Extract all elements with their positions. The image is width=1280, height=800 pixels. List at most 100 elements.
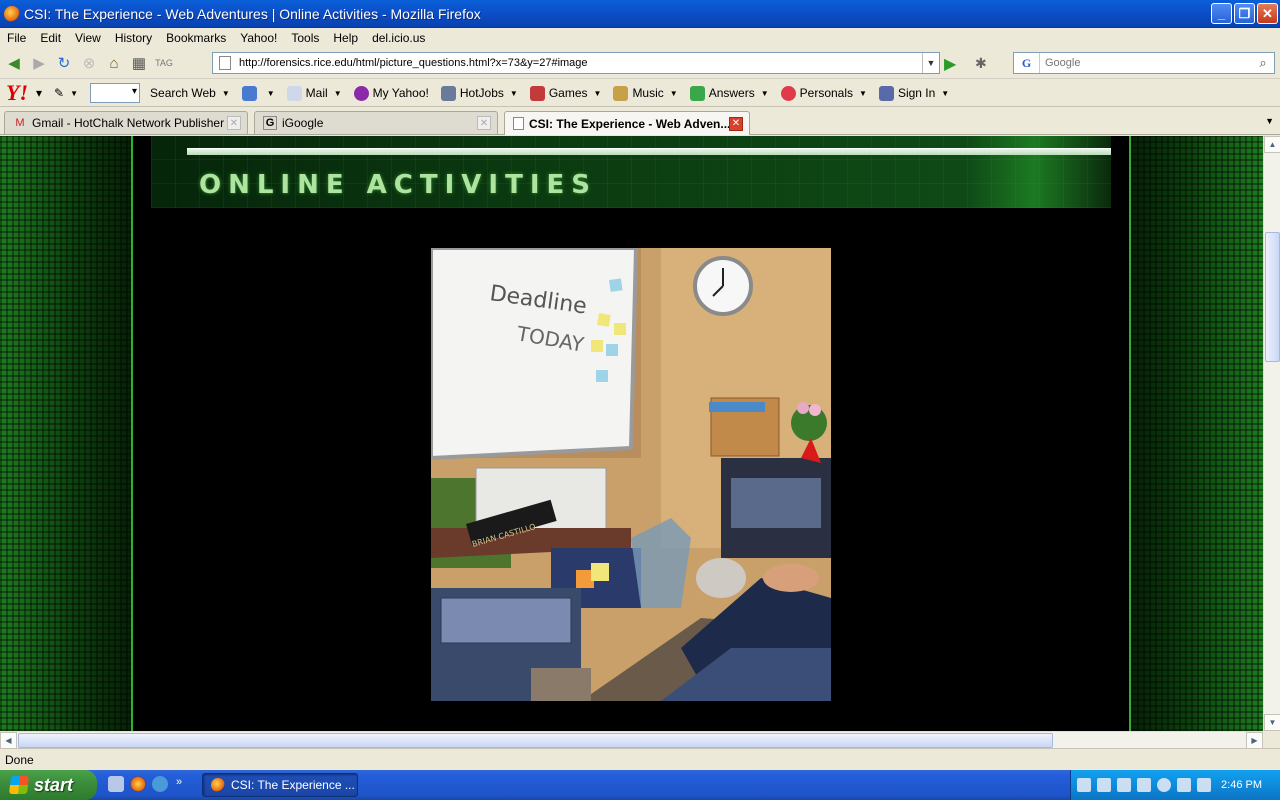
menu-yahoo[interactable]: Yahoo!: [233, 31, 284, 45]
crime-scene-illustration: Deadline TODAY BRIAN CASTILLO: [431, 248, 831, 701]
menu-edit[interactable]: Edit: [33, 31, 68, 45]
quick-launch: »: [108, 776, 182, 792]
shield-icon[interactable]: ▼: [241, 85, 275, 101]
sign-in-button[interactable]: Sign In ▼: [878, 85, 949, 101]
tray-pen-icon[interactable]: [1077, 778, 1091, 792]
search-input[interactable]: [1040, 57, 1252, 69]
answers-button[interactable]: Answers ▼: [689, 85, 769, 101]
menu-delicious[interactable]: del.icio.us: [365, 31, 432, 45]
quicklaunch-more-icon[interactable]: »: [176, 776, 182, 792]
tab-bar: M Gmail - HotChalk Network Publisher Up.…: [0, 108, 1280, 135]
minimize-button[interactable]: _: [1211, 3, 1232, 24]
show-desktop-icon[interactable]: [108, 776, 124, 792]
horizontal-scroll-thumb[interactable]: [18, 733, 1053, 748]
url-bar[interactable]: http://forensics.rice.edu/html/picture_q…: [212, 52, 940, 74]
menu-help[interactable]: Help: [326, 31, 365, 45]
dice-icon: [529, 85, 545, 101]
menu-bookmarks[interactable]: Bookmarks: [159, 31, 233, 45]
my-yahoo-icon: [353, 85, 369, 101]
banner-bar: [187, 148, 1111, 155]
taskbar-firefox-window[interactable]: CSI: The Experience ...: [202, 773, 358, 797]
tray-usb-icon[interactable]: [1177, 778, 1191, 792]
yahoo-toolbar: Y! ▾ ✎▼ Search Web▼ ▼ Mail▼ My Yahoo! Ho…: [0, 80, 1280, 107]
menu-file[interactable]: File: [0, 31, 33, 45]
answers-icon: [689, 85, 705, 101]
tray-help-icon[interactable]: [1117, 778, 1131, 792]
sign-in-icon: [878, 85, 894, 101]
personals-button[interactable]: Personals ▼: [780, 85, 867, 101]
tab-label: iGoogle: [282, 116, 324, 130]
menu-history[interactable]: History: [108, 31, 159, 45]
clock[interactable]: 2:46 PM: [1221, 779, 1262, 791]
tray-network-icon[interactable]: [1137, 778, 1151, 792]
reload-button[interactable]: ↻: [53, 52, 75, 74]
tray-monitor-icon[interactable]: [1197, 778, 1211, 792]
scroll-corner: [1263, 731, 1280, 748]
music-button[interactable]: Music ▼: [613, 85, 678, 101]
games-button[interactable]: Games ▼: [529, 85, 601, 101]
tray-arrow-icon[interactable]: [1157, 778, 1171, 792]
back-button[interactable]: ◀: [3, 52, 25, 74]
scroll-right-button[interactable]: ▶: [1246, 732, 1263, 749]
yahoo-menu-icon[interactable]: ▾: [36, 86, 42, 100]
tab-gmail[interactable]: M Gmail - HotChalk Network Publisher Up.…: [4, 111, 248, 134]
search-icon[interactable]: ⌕: [1252, 55, 1274, 71]
tag-icon[interactable]: TAG: [153, 52, 175, 74]
tab-label: CSI: The Experience - Web Adven...: [529, 116, 729, 131]
ie-quicklaunch-icon[interactable]: [152, 776, 168, 792]
scroll-down-button[interactable]: ▼: [1264, 714, 1280, 731]
extension-icon[interactable]: ✱: [975, 55, 987, 72]
tab-label: Gmail - HotChalk Network Publisher Up...: [32, 116, 227, 130]
vertical-scroll-thumb[interactable]: [1265, 232, 1280, 362]
title-bar: CSI: The Experience - Web Adventures | O…: [0, 0, 1280, 28]
scroll-left-button[interactable]: ◀: [0, 732, 17, 749]
hotjobs-button[interactable]: HotJobs ▼: [440, 85, 518, 101]
status-bar: Done: [0, 748, 1280, 770]
window-title: CSI: The Experience - Web Adventures | O…: [24, 5, 481, 22]
bookmark-icon[interactable]: ▦: [128, 52, 150, 74]
close-button[interactable]: ✕: [1257, 3, 1278, 24]
tab-igoogle[interactable]: G iGoogle ✕: [254, 111, 498, 134]
menu-view[interactable]: View: [68, 31, 108, 45]
tab-close-icon[interactable]: ✕: [477, 116, 491, 130]
left-grid-border: [0, 136, 132, 731]
yahoo-search-web-button[interactable]: Search Web ▼: [150, 86, 230, 100]
tab-list-icon[interactable]: ▼: [1265, 116, 1274, 126]
page-icon: [219, 56, 231, 70]
home-icon[interactable]: ⌂: [103, 52, 125, 74]
yahoo-mail-button[interactable]: Mail ▼: [286, 85, 342, 101]
scroll-up-button[interactable]: ▲: [1264, 136, 1280, 153]
status-text: Done: [5, 752, 34, 767]
google-engine-icon[interactable]: G: [1014, 53, 1040, 73]
start-button[interactable]: start: [0, 770, 97, 800]
tab-close-icon[interactable]: ✕: [227, 116, 241, 130]
search-web-label: Search Web: [150, 86, 216, 100]
search-box[interactable]: G ⌕: [1013, 52, 1275, 74]
menu-tools[interactable]: Tools: [284, 31, 326, 45]
start-label: start: [34, 774, 74, 795]
right-divider: [1129, 136, 1131, 731]
yahoo-search-field[interactable]: [90, 83, 141, 103]
my-yahoo-button[interactable]: My Yahoo!: [353, 85, 429, 101]
url-dropdown-icon[interactable]: ▼: [922, 53, 939, 73]
vertical-scrollbar[interactable]: ▲ ▼: [1263, 136, 1280, 731]
pencil-icon[interactable]: ✎ ▼: [54, 86, 78, 100]
go-button[interactable]: ▶: [944, 54, 956, 74]
forward-button[interactable]: ▶: [28, 52, 50, 74]
google-icon: G: [263, 116, 277, 130]
taskbar-window-label: CSI: The Experience ...: [231, 778, 355, 792]
tab-close-icon[interactable]: ✕: [729, 116, 743, 131]
tray-keyboard-icon[interactable]: [1097, 778, 1111, 792]
yahoo-logo[interactable]: Y!: [6, 80, 28, 106]
maximize-button[interactable]: ❐: [1234, 3, 1255, 24]
firefox-quicklaunch-icon[interactable]: [130, 776, 146, 792]
stop-button[interactable]: ⊗: [78, 52, 100, 74]
gmail-icon: M: [15, 117, 25, 129]
tab-csi[interactable]: CSI: The Experience - Web Adven... ✕: [504, 111, 750, 135]
url-text: http://forensics.rice.edu/html/picture_q…: [239, 57, 588, 69]
music-icon: [613, 85, 629, 101]
mail-icon: [286, 85, 302, 101]
menu-bar: File Edit View History Bookmarks Yahoo! …: [0, 28, 1280, 47]
crime-scene-photo[interactable]: Deadline TODAY BRIAN CASTILLO: [431, 248, 831, 701]
horizontal-scrollbar[interactable]: ◀ ▶: [0, 731, 1263, 749]
